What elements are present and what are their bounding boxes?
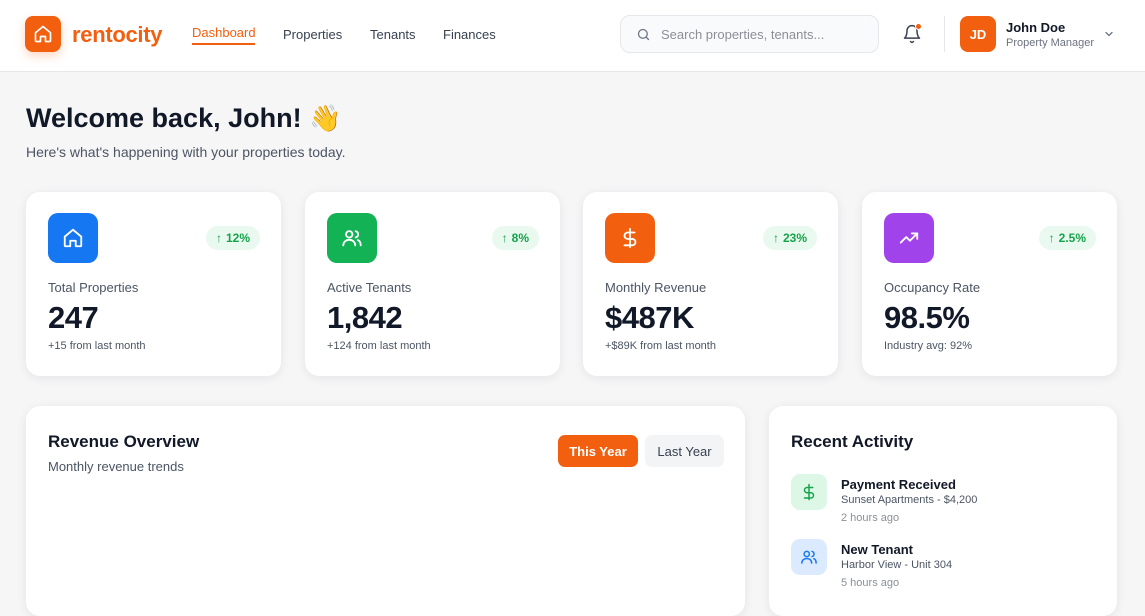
activity-time: 2 hours ago — [841, 512, 900, 524]
change-value: 12% — [225, 231, 250, 245]
nav-active-indicator — [192, 43, 255, 45]
stat-icon-box — [884, 213, 934, 263]
activity-item[interactable]: New Tenant Harbor View - Unit 304 5 hour… — [791, 539, 1101, 597]
top-header: rentocity Dashboard Properties Tenants F… — [0, 0, 1145, 72]
dollar-icon — [803, 483, 815, 501]
stat-value: 98.5% — [884, 300, 970, 335]
change-badge: ↑ 8% — [491, 226, 539, 250]
brand-name[interactable]: rentocity — [72, 22, 163, 48]
user-role: Property Manager — [1006, 37, 1095, 49]
stat-icon-box — [48, 213, 98, 263]
stat-label: Occupancy Rate — [884, 280, 981, 295]
stat-card-active-tenants[interactable]: ↑ 8% Active Tenants 1,842 +124 from last … — [305, 192, 560, 376]
activity-title-text: New Tenant — [841, 542, 913, 557]
stat-value: 1,842 — [327, 300, 403, 335]
stat-value: 247 — [48, 300, 99, 335]
header-divider — [944, 16, 945, 52]
wave-emoji: 👋 — [309, 103, 342, 133]
trending-up-icon — [899, 232, 919, 244]
activity-title: Recent Activity — [791, 432, 914, 451]
users-icon — [801, 550, 817, 564]
activity-title-text: Payment Received — [841, 477, 956, 492]
page-subtitle: Here's what's happening with your proper… — [26, 144, 346, 160]
notification-dot — [915, 23, 922, 30]
nav-tenants[interactable]: Tenants — [370, 27, 416, 42]
stat-value: $487K — [605, 300, 694, 335]
logo-mark[interactable] — [25, 16, 61, 52]
revenue-overview-panel: Revenue Overview Monthly revenue trends … — [26, 406, 745, 616]
arrow-up-icon: ↑ — [1048, 231, 1055, 245]
stat-icon-box — [327, 213, 377, 263]
users-icon — [342, 230, 362, 247]
stat-icon-box — [605, 213, 655, 263]
recent-activity-panel: Recent Activity Payment Received Sunset … — [769, 406, 1117, 616]
arrow-up-icon: ↑ — [501, 231, 508, 245]
change-badge: ↑ 23% — [762, 226, 817, 250]
stat-card-monthly-revenue[interactable]: ↑ 23% Monthly Revenue $487K +$89K from la… — [583, 192, 838, 376]
change-value: 23% — [782, 231, 807, 245]
change-badge: ↑ 12% — [205, 226, 260, 250]
search-box[interactable] — [620, 15, 879, 53]
this-year-button[interactable]: This Year — [558, 435, 638, 467]
search-icon — [637, 28, 650, 41]
nav-dashboard[interactable]: Dashboard — [192, 25, 256, 40]
change-badge: ↑ 2.5% — [1038, 226, 1096, 250]
stat-card-total-properties[interactable]: ↑ 12% Total Properties 247 +15 from last … — [26, 192, 281, 376]
revenue-subtitle: Monthly revenue trends — [48, 459, 184, 474]
stat-label: Total Properties — [48, 280, 139, 295]
activity-desc: Sunset Apartments - $4,200 — [841, 494, 978, 506]
chevron-down-icon[interactable] — [1103, 28, 1115, 40]
stat-note: +15 from last month — [48, 340, 146, 352]
stat-label: Active Tenants — [327, 280, 412, 295]
change-value: 2.5% — [1058, 231, 1086, 245]
stat-note: +124 from last month — [327, 340, 431, 352]
last-year-button[interactable]: Last Year — [645, 435, 724, 467]
avatar[interactable]: JD — [960, 16, 996, 52]
activity-time: 5 hours ago — [841, 577, 900, 589]
arrow-up-icon: ↑ — [215, 231, 222, 245]
nav-finances[interactable]: Finances — [443, 27, 496, 42]
home-icon — [34, 25, 52, 43]
stat-label: Monthly Revenue — [605, 280, 707, 295]
arrow-up-icon: ↑ — [772, 231, 779, 245]
stat-note: Industry avg: 92% — [884, 340, 973, 352]
home-icon — [63, 228, 83, 248]
dollar-icon — [623, 227, 637, 249]
stat-card-occupancy-rate[interactable]: ↑ 2.5% Occupancy Rate 98.5% Industry avg:… — [862, 192, 1117, 376]
nav-properties[interactable]: Properties — [283, 27, 342, 42]
activity-desc: Harbor View - Unit 304 — [841, 559, 953, 571]
activity-item[interactable]: Payment Received Sunset Apartments - $4,… — [791, 474, 1101, 532]
activity-icon-box — [791, 474, 827, 510]
welcome-heading: Welcome back, John! — [26, 103, 302, 133]
activity-icon-box — [791, 539, 827, 575]
change-value: 8% — [511, 231, 529, 245]
stat-note: +$89K from last month — [605, 340, 716, 352]
page-title: Welcome back, John! 👋 — [26, 103, 341, 134]
search-input[interactable] — [661, 17, 871, 51]
revenue-title: Revenue Overview — [48, 432, 200, 451]
user-name[interactable]: John Doe — [1006, 20, 1065, 35]
